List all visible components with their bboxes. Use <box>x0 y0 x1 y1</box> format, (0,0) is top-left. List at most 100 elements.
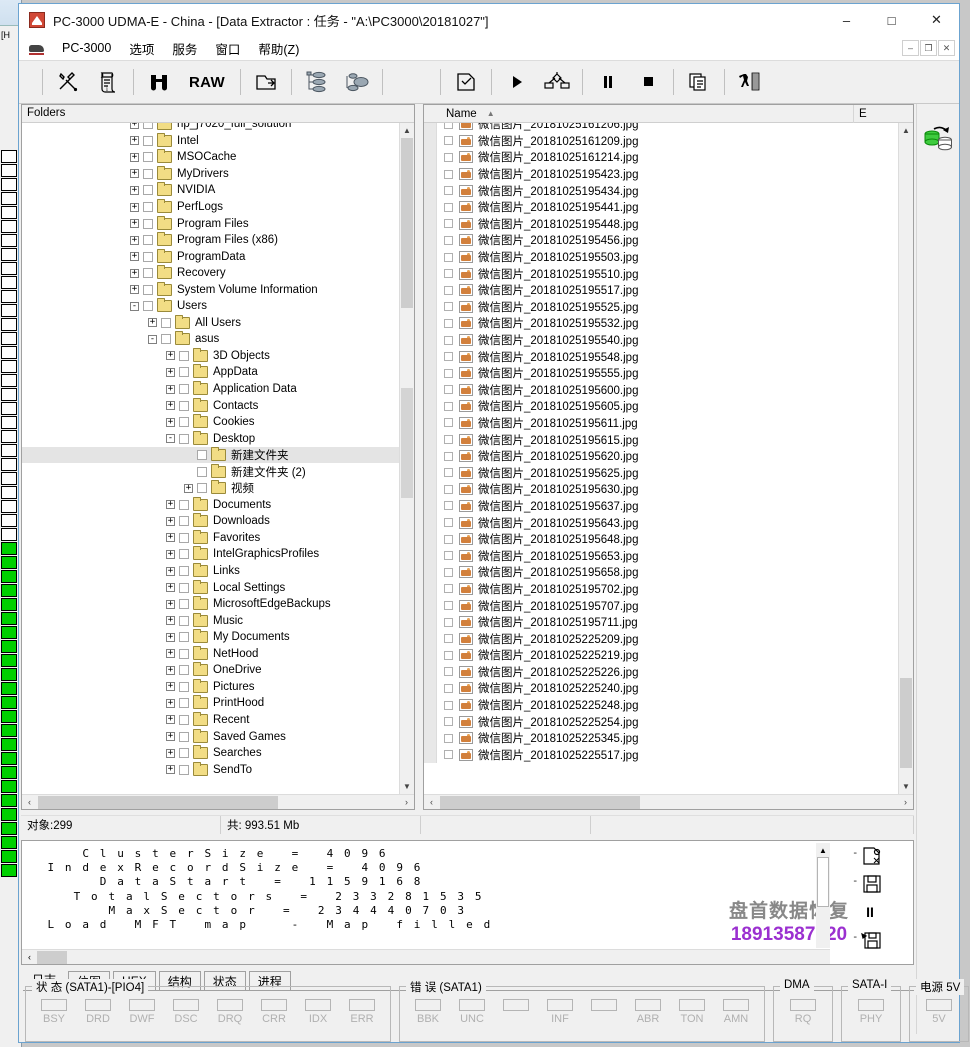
file-checkbox[interactable] <box>444 219 453 228</box>
hscrollbar-thumb[interactable] <box>38 796 278 809</box>
column-header-ext[interactable]: E <box>854 108 913 120</box>
expand-node-icon[interactable]: + <box>130 136 139 145</box>
file-checkbox[interactable] <box>444 286 453 295</box>
sector-cell[interactable] <box>1 500 17 513</box>
folder-checkbox[interactable] <box>161 318 171 328</box>
scroll-left-icon[interactable]: ‹ <box>424 795 439 810</box>
expand-node-icon[interactable]: + <box>130 169 139 178</box>
file-checkbox[interactable] <box>444 717 453 726</box>
sector-cell[interactable] <box>1 304 17 317</box>
expand-node-icon[interactable]: + <box>166 682 175 691</box>
tree-node[interactable]: 新建文件夹 (2) <box>22 463 399 480</box>
file-checkbox[interactable] <box>444 319 453 328</box>
folder-checkbox[interactable] <box>179 367 189 377</box>
folder-checkbox[interactable] <box>179 351 189 361</box>
file-checkbox[interactable] <box>444 634 453 643</box>
sector-cell[interactable] <box>1 430 17 443</box>
expand-node-icon[interactable]: + <box>166 583 175 592</box>
sector-cell[interactable] <box>1 724 17 737</box>
file-row[interactable]: 微信图片_20181025195643.jpg <box>424 514 913 531</box>
tree-node[interactable]: +PerfLogs <box>22 199 399 216</box>
sector-cell[interactable] <box>1 584 17 597</box>
tree-node[interactable]: +MyDrivers <box>22 166 399 183</box>
sector-cell[interactable] <box>1 178 17 191</box>
expand-node-icon[interactable]: + <box>166 500 175 509</box>
sector-cell[interactable] <box>1 374 17 387</box>
exit-door-icon[interactable] <box>730 65 770 99</box>
sector-cell[interactable] <box>1 612 17 625</box>
sector-cell[interactable] <box>1 290 17 303</box>
file-checkbox[interactable] <box>444 667 453 676</box>
file-row[interactable]: 微信图片_20181025195540.jpg <box>424 332 913 349</box>
folder-checkbox[interactable] <box>143 169 153 179</box>
file-checkbox[interactable] <box>444 336 453 345</box>
file-row[interactable]: 微信图片_20181025195441.jpg <box>424 199 913 216</box>
tree-node[interactable]: +Contacts <box>22 397 399 414</box>
file-checkbox[interactable] <box>444 584 453 593</box>
pause-icon[interactable] <box>588 65 628 99</box>
file-checkbox[interactable] <box>444 618 453 627</box>
tree-node[interactable]: -asus <box>22 331 399 348</box>
file-row[interactable]: 微信图片_20181025195648.jpg <box>424 531 913 548</box>
file-checkbox[interactable] <box>444 568 453 577</box>
sector-cell[interactable] <box>1 234 17 247</box>
file-row[interactable]: 微信图片_20181025195510.jpg <box>424 265 913 282</box>
sector-cell[interactable] <box>1 220 17 233</box>
expand-node-icon[interactable]: + <box>166 600 175 609</box>
file-checkbox[interactable] <box>444 601 453 610</box>
tree-node[interactable]: +Recovery <box>22 265 399 282</box>
scroll-left-icon[interactable]: ‹ <box>22 950 37 965</box>
file-row[interactable]: 微信图片_20181025195620.jpg <box>424 448 913 465</box>
folder-checkbox[interactable] <box>179 384 189 394</box>
file-checkbox[interactable] <box>444 535 453 544</box>
menu-item-options[interactable]: 选项 <box>120 37 163 60</box>
expand-node-icon[interactable]: + <box>166 533 175 542</box>
tree-node[interactable]: +Music <box>22 612 399 629</box>
file-row[interactable]: 微信图片_20181025225248.jpg <box>424 697 913 714</box>
file-checkbox[interactable] <box>444 203 453 212</box>
folder-checkbox[interactable] <box>143 202 153 212</box>
sector-cell[interactable] <box>1 640 17 653</box>
node-diagram-icon[interactable] <box>537 65 577 99</box>
expand-node-icon[interactable]: + <box>130 252 139 261</box>
file-checkbox[interactable] <box>444 186 453 195</box>
file-checkbox[interactable] <box>444 123 453 129</box>
file-row[interactable]: 微信图片_20181025195707.jpg <box>424 597 913 614</box>
file-row[interactable]: 微信图片_20181025195503.jpg <box>424 249 913 266</box>
sector-cell[interactable] <box>1 332 17 345</box>
expand-node-icon[interactable]: + <box>130 153 139 162</box>
tree-node[interactable]: +SendTo <box>22 761 399 778</box>
collapse-node-icon[interactable]: - <box>148 335 157 344</box>
tree-node[interactable]: +Intel <box>22 133 399 150</box>
folder-checkbox[interactable] <box>179 417 189 427</box>
tree-node[interactable]: +IntelGraphicsProfiles <box>22 546 399 563</box>
sector-cell[interactable] <box>1 682 17 695</box>
tree-node[interactable]: +Favorites <box>22 530 399 547</box>
folder-tree[interactable]: +hp_j7020_full_solution+Intel+MSOCache+M… <box>22 123 399 778</box>
sector-cell[interactable] <box>1 318 17 331</box>
tree-node[interactable]: +Pictures <box>22 679 399 696</box>
folder-checkbox[interactable] <box>143 235 153 245</box>
save-log-icon[interactable] <box>859 871 885 897</box>
file-row[interactable]: 微信图片_20181025225345.jpg <box>424 730 913 747</box>
file-checkbox[interactable] <box>444 302 453 311</box>
file-row[interactable]: 微信图片_20181025225254.jpg <box>424 713 913 730</box>
expand-node-icon[interactable]: + <box>130 123 139 129</box>
tree-node[interactable]: +NVIDIA <box>22 182 399 199</box>
tree-node[interactable]: +Links <box>22 563 399 580</box>
file-row[interactable]: 微信图片_20181025195605.jpg <box>424 398 913 415</box>
tree-node[interactable]: +NetHood <box>22 646 399 663</box>
folder-checkbox[interactable] <box>143 123 153 129</box>
hscrollbar-thumb[interactable] <box>37 951 67 964</box>
expand-node-icon[interactable]: + <box>166 550 175 559</box>
expand-node-icon[interactable]: + <box>166 401 175 410</box>
tree-node[interactable]: +Searches <box>22 745 399 762</box>
copy-icon[interactable] <box>679 65 719 99</box>
sector-cell[interactable] <box>1 626 17 639</box>
sector-cell[interactable] <box>1 248 17 261</box>
file-row[interactable]: 微信图片_20181025195423.jpg <box>424 166 913 183</box>
tree-node[interactable]: +Application Data <box>22 381 399 398</box>
scrollbar-thumb[interactable] <box>900 678 912 768</box>
pause-log-icon[interactable]: II <box>857 899 883 925</box>
folder-checkbox[interactable] <box>143 301 153 311</box>
